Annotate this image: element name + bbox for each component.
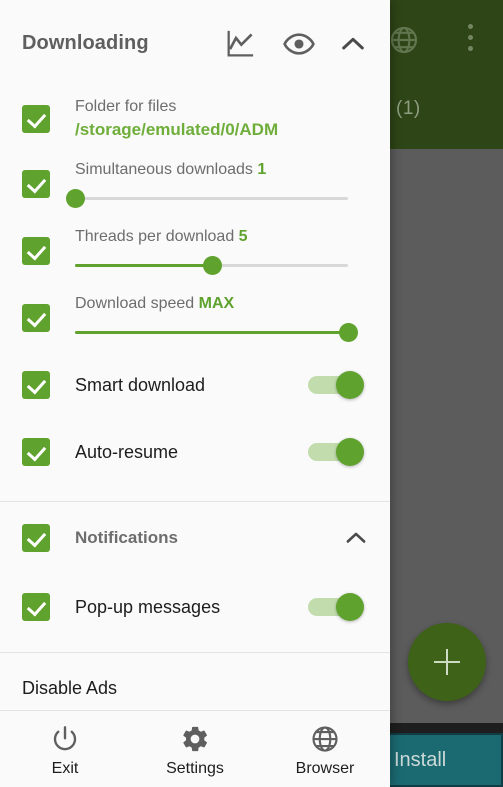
row-threads-per-download[interactable]: Threads per download 5 — [0, 217, 390, 284]
toggle-thumb[interactable] — [336, 370, 364, 399]
slider-thumb[interactable] — [202, 255, 222, 275]
nav-item-browser[interactable]: Browser — [260, 711, 390, 787]
gear-icon — [183, 726, 207, 752]
row-auto-resume-body: Auto-resume — [75, 440, 308, 464]
label-auto-resume: Auto-resume — [75, 441, 179, 462]
install-label: Install — [394, 749, 447, 771]
row-pop-up-messages-body: Pop-up messages — [75, 595, 308, 619]
label-threads-per-download: Threads per download 5 — [75, 226, 370, 248]
drawer-settings-list: Folder for files /storage/emulated/0/ADM… — [0, 88, 390, 710]
row-download-speed-body: Download speed MAX — [75, 293, 370, 343]
row-simultaneous-downloads-body: Simultaneous downloads 1 — [66, 159, 370, 209]
nav-label-settings: Settings — [166, 760, 224, 777]
slider-track — [75, 196, 348, 200]
checkbox-pop-up-messages[interactable] — [22, 593, 50, 621]
checkbox-notifications[interactable] — [22, 524, 50, 552]
label-download-speed-text: Download speed — [75, 294, 195, 312]
slider-fill — [75, 330, 348, 334]
row-disable-ads[interactable]: Disable Ads — [0, 653, 390, 710]
overflow-menu-icon — [461, 24, 479, 58]
label-pop-up-messages: Pop-up messages — [75, 597, 221, 617]
toggle-thumb[interactable] — [336, 437, 364, 466]
install-banner-shadow — [378, 723, 503, 733]
row-folder-for-files-body: Folder for files /storage/emulated/0/ADM — [75, 96, 370, 142]
drawer-bottom-nav: Exit Settings Browser — [0, 710, 390, 787]
row-simultaneous-downloads[interactable]: Simultaneous downloads 1 — [0, 150, 390, 217]
eye-icon[interactable] — [283, 28, 315, 60]
slider-download-speed[interactable] — [75, 321, 358, 343]
power-icon — [53, 726, 77, 751]
checkbox-simultaneous-downloads[interactable] — [22, 169, 50, 198]
row-notifications-body: Notifications — [75, 526, 342, 550]
slider-thumb[interactable] — [339, 322, 358, 342]
checkbox-auto-resume[interactable] — [22, 437, 50, 466]
globe-icon — [390, 26, 418, 54]
page-title: Downloading — [22, 32, 149, 54]
label-folder-for-files: Folder for files — [75, 98, 177, 115]
checkbox-folder-for-files[interactable] — [22, 105, 50, 133]
checkbox-threads-per-download[interactable] — [22, 236, 50, 265]
row-smart-download[interactable]: Smart download — [0, 351, 390, 418]
chevron-up-icon[interactable] — [342, 524, 370, 552]
downloading-drawer: Downloading Folder for files /storage/em… — [0, 0, 390, 787]
slider-thumb[interactable] — [66, 188, 85, 208]
slider-threads-per-download[interactable] — [75, 254, 348, 276]
toggle-thumb[interactable] — [336, 593, 364, 621]
row-smart-download-body: Smart download — [75, 373, 308, 397]
graph-icon[interactable] — [224, 28, 256, 60]
nav-label-browser: Browser — [295, 760, 355, 777]
label-smart-download: Smart download — [75, 374, 206, 395]
row-threads-per-download-body: Threads per download 5 — [75, 226, 370, 276]
slider-simultaneous-downloads[interactable] — [66, 187, 348, 209]
chevron-up-icon[interactable] — [337, 28, 369, 60]
value-threads-per-download: 5 — [238, 227, 248, 245]
row-folder-for-files[interactable]: Folder for files /storage/emulated/0/ADM — [0, 88, 390, 150]
nav-item-settings[interactable]: Settings — [130, 711, 260, 787]
install-banner: Install — [378, 733, 503, 787]
globe-icon — [312, 726, 338, 752]
nav-item-exit[interactable]: Exit — [0, 711, 130, 787]
toggle-pop-up-messages[interactable] — [308, 593, 370, 621]
add-download-fab — [408, 623, 486, 701]
row-pop-up-messages[interactable]: Pop-up messages — [0, 574, 390, 640]
toggle-auto-resume[interactable] — [308, 437, 370, 466]
checkbox-smart-download[interactable] — [22, 370, 50, 399]
value-simultaneous-downloads: 1 — [257, 160, 267, 178]
nav-label-exit: Exit — [51, 760, 79, 777]
value-download-speed: MAX — [198, 294, 235, 312]
row-download-speed[interactable]: Download speed MAX — [0, 284, 390, 351]
label-disable-ads: Disable Ads — [22, 678, 118, 698]
slider-fill — [75, 263, 212, 267]
label-notifications: Notifications — [75, 528, 178, 547]
label-threads-per-download-text: Threads per download — [75, 227, 235, 245]
label-simultaneous-downloads-text: Simultaneous downloads — [75, 160, 253, 178]
row-notifications[interactable]: Notifications — [0, 502, 390, 574]
row-auto-resume[interactable]: Auto-resume — [0, 418, 390, 485]
label-simultaneous-downloads: Simultaneous downloads 1 — [75, 159, 370, 181]
toggle-smart-download[interactable] — [308, 370, 370, 399]
checkbox-download-speed[interactable] — [22, 303, 50, 332]
drawer-header: Downloading — [0, 0, 390, 88]
label-download-speed: Download speed MAX — [75, 293, 370, 315]
value-folder-path: /storage/emulated/0/ADM — [75, 120, 279, 139]
